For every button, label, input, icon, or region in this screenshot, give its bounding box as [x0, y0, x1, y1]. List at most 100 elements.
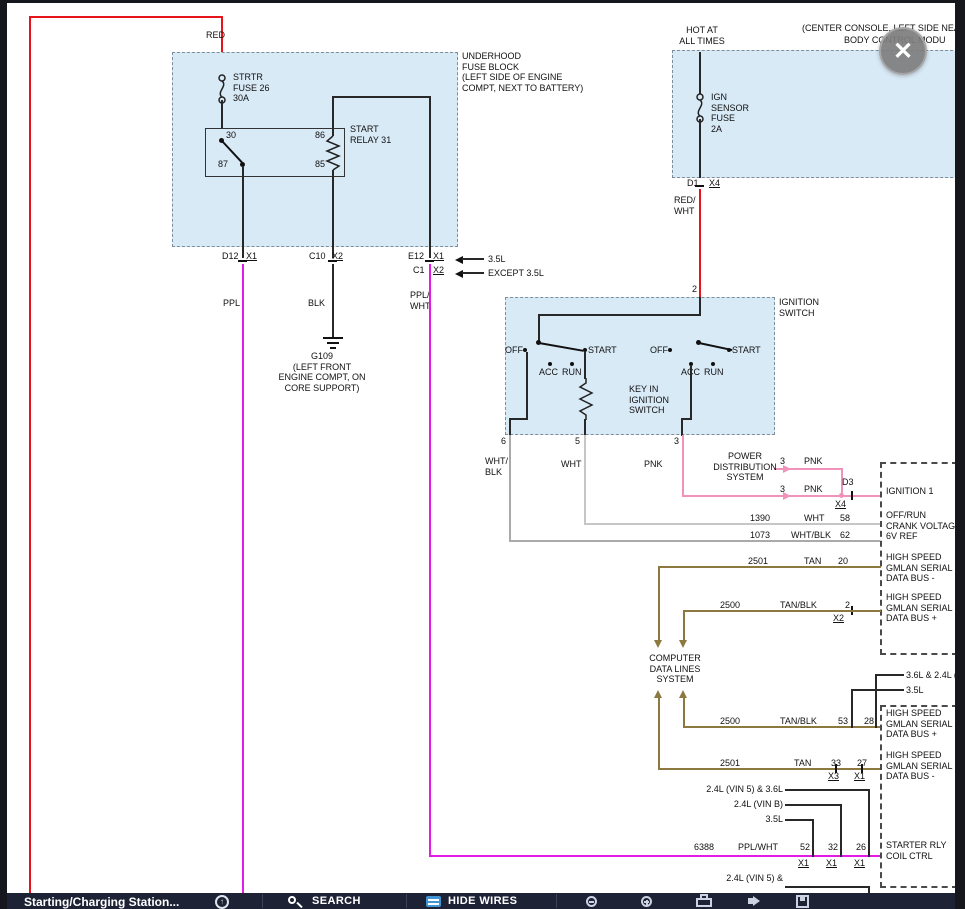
ign-fuse-out-wire: [699, 119, 701, 178]
relay-coil-icon: [325, 136, 341, 170]
relay-coil-ground-wire: [332, 170, 334, 258]
toolbar-divider: [556, 894, 557, 908]
bcm-pin-53: 53: [838, 716, 848, 727]
circuit-num: 3: [780, 456, 785, 467]
toolbar-divider: [262, 894, 263, 908]
tan-wire: [658, 698, 660, 769]
switch-run-label: RUN: [704, 367, 724, 378]
redwht-wire-label: RED/ WHT: [674, 195, 696, 216]
bcm-crank-voltage-label: OFF/RUN CRANK VOLTAGE 6V REF: [886, 510, 961, 542]
circuit-color: TAN/BLK: [780, 600, 817, 611]
speaker-icon[interactable]: [753, 896, 760, 906]
variant-line: [875, 674, 877, 728]
switch-start-label: START: [732, 345, 761, 356]
tanblk-wire: [683, 610, 881, 612]
circuit-color: TAN: [794, 758, 811, 769]
search-button[interactable]: SEARCH: [312, 895, 361, 907]
tan-wire: [658, 566, 660, 640]
circuit-num: 1073: [750, 530, 770, 541]
switch-out-wire: [526, 352, 528, 419]
connector-pin-d3: D3: [842, 477, 854, 488]
pnk-wire: [682, 435, 684, 497]
variant-line: [785, 819, 814, 821]
window-border-right: [955, 0, 965, 909]
bcm-bus-minus-label: HIGH SPEED GMLAN SERIAL DATA BUS -: [886, 750, 953, 782]
power-distribution-label: POWER DISTRIBUTION SYSTEM: [712, 451, 778, 483]
pplwht-wire: [429, 264, 431, 857]
save-icon[interactable]: [796, 895, 809, 908]
switch-out-wire: [584, 352, 586, 379]
switch-pin-3: 3: [674, 436, 679, 447]
tan-wire: [658, 566, 881, 568]
switch-out-wire: [509, 418, 511, 436]
variant-label: 2.4L (VIN 5) &: [680, 873, 783, 884]
tanblk-wire: [683, 698, 685, 728]
note-line: [462, 272, 484, 274]
close-button[interactable]: ✕: [879, 27, 927, 75]
switch-start-label: START: [588, 345, 617, 356]
connector-tick: [695, 185, 704, 187]
wht-wire: [584, 523, 881, 525]
variant-line: [812, 819, 814, 857]
variant-line: [868, 789, 870, 857]
variant-line: [785, 789, 870, 791]
window-border-left: [0, 0, 7, 909]
ppl-wire-label: PPL: [223, 298, 240, 309]
circuit-num: 6388: [694, 842, 714, 853]
variant-label: 3.5L: [680, 814, 783, 825]
bcm-bus-plus-label: HIGH SPEED GMLAN SERIAL DATA BUS +: [886, 708, 953, 740]
ground-icon: [330, 347, 336, 349]
switch-out-wire: [509, 418, 528, 420]
arrowhead: [679, 690, 687, 698]
circuit-color: WHT: [804, 513, 825, 524]
variant-note: EXCEPT 3.5L: [488, 268, 544, 279]
relay-pin-87: 87: [218, 159, 228, 170]
zoom-out-icon[interactable]: [586, 896, 597, 907]
bcm-pin-32: 32: [828, 842, 838, 853]
print-icon[interactable]: [696, 898, 712, 907]
variant-label: 3.5L: [906, 685, 924, 696]
connector-tick: [835, 764, 837, 773]
variant-line: [851, 689, 904, 691]
whtblk-wire: [509, 435, 511, 542]
switch-out-wire: [681, 418, 683, 436]
circuit-color: PPL/WHT: [738, 842, 778, 853]
ground-icon: [327, 342, 339, 344]
pnk-wire-label: PNK: [644, 459, 663, 470]
switch-feed-wire: [538, 314, 540, 342]
fuse-block-location-note: UNDERHOOD FUSE BLOCK (LEFT SIDE OF ENGIN…: [462, 51, 583, 93]
variant-note: 3.5L: [488, 254, 506, 265]
connector-tick: [851, 491, 853, 500]
diagram-title: Starting/Charging Station...: [24, 895, 179, 909]
bcm-pin-26: 26: [856, 842, 866, 853]
window-border-top: [0, 0, 965, 3]
wht-wire-label: WHT: [561, 459, 582, 470]
redwht-wire: [699, 189, 701, 297]
switch-out-wire: [584, 419, 586, 435]
ppl-wire: [242, 264, 244, 893]
hide-wires-icon: [428, 903, 439, 905]
arrowhead: [654, 640, 662, 648]
relay-coil-feed-wire: [429, 96, 431, 258]
search-icon[interactable]: [296, 902, 302, 908]
hide-wires-button[interactable]: HIDE WIRES: [448, 895, 517, 907]
search-icon[interactable]: [288, 896, 296, 904]
contact-dot: [570, 362, 574, 366]
circle-arrow-icon[interactable]: ↑: [215, 895, 229, 909]
zoom-in-icon[interactable]: [641, 896, 652, 907]
variant-line: [785, 804, 842, 806]
pplwht-wire-label: PPL/ WHT: [410, 290, 431, 311]
relay-pin-30: 30: [226, 130, 236, 141]
hot-at-all-times-label: HOT AT ALL TIMES: [671, 25, 733, 46]
circuit-color: WHT/BLK: [791, 530, 831, 541]
toolbar-divider: [406, 894, 407, 908]
resistor-icon: [578, 378, 594, 420]
ign-switch-pin-2: 2: [692, 284, 697, 295]
hide-wires-icon[interactable]: [426, 896, 441, 907]
contact-dot: [711, 362, 715, 366]
red-feed-wire: [29, 16, 222, 18]
connector-x1: X1: [433, 251, 444, 262]
hide-wires-icon: [428, 899, 439, 901]
circuit-num: 2501: [720, 758, 740, 769]
blk-wire-label: BLK: [308, 298, 325, 309]
